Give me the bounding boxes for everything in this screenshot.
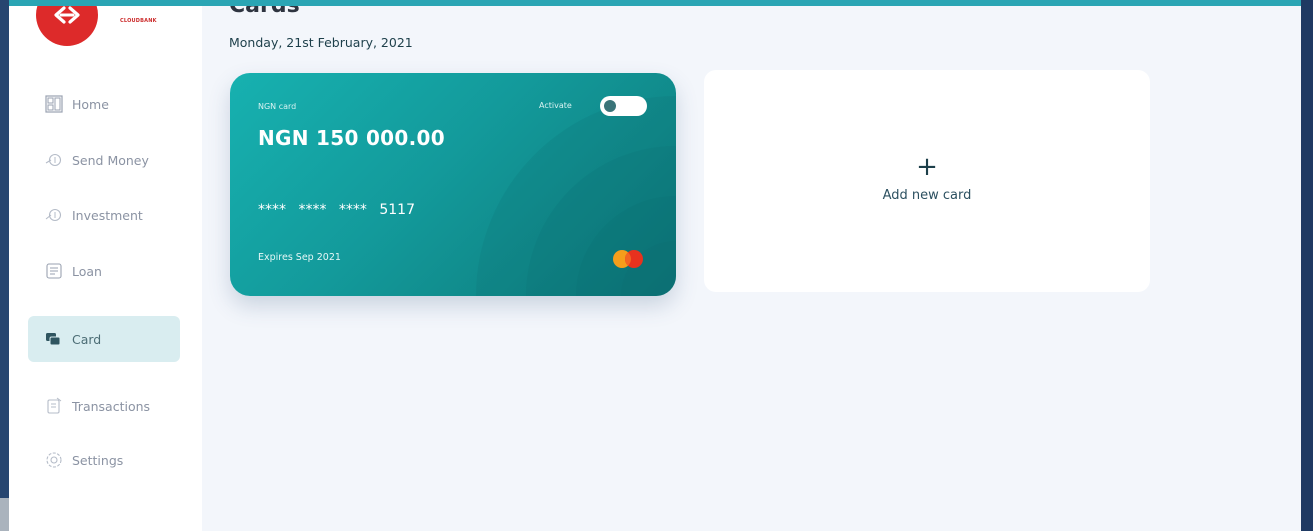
sidebar-item-transactions[interactable]: Transactions <box>28 383 180 429</box>
window-frame-right <box>1301 0 1313 531</box>
loan-icon <box>45 262 63 280</box>
sidebar-item-loan[interactable]: Loan <box>28 248 180 294</box>
activate-label: Activate <box>539 101 572 110</box>
app-window: CLOUDBANK Home Send Money Investment Loa… <box>9 6 1301 531</box>
card-number: **** **** **** 5117 <box>258 202 415 218</box>
toggle-knob <box>604 100 616 112</box>
sidebar: CLOUDBANK Home Send Money Investment Loa… <box>9 6 202 531</box>
sidebar-item-settings[interactable]: Settings <box>28 437 180 483</box>
card-balance: NGN 150 000.00 <box>258 126 445 150</box>
main-content: Cards Monday, 21st February, 2021 NGN ca… <box>202 6 1301 531</box>
window-frame-left <box>0 0 9 531</box>
settings-icon <box>45 451 63 469</box>
sidebar-item-label: Settings <box>72 452 124 468</box>
sidebar-item-home[interactable]: Home <box>28 81 180 127</box>
sidebar-item-label: Investment <box>72 207 143 223</box>
sidebar-item-send-money[interactable]: Send Money <box>28 137 180 183</box>
card-expiry: Expires Sep 2021 <box>258 252 341 263</box>
send-money-icon <box>45 151 63 169</box>
sidebar-item-label: Home <box>72 96 109 112</box>
sidebar-item-investment[interactable]: Investment <box>28 192 180 238</box>
card-icon <box>45 330 63 348</box>
activate-toggle[interactable] <box>600 96 647 116</box>
page-date: Monday, 21st February, 2021 <box>229 35 413 50</box>
brand-logo[interactable] <box>36 6 98 46</box>
sidebar-item-label: Loan <box>72 263 102 279</box>
investment-icon <box>45 206 63 224</box>
home-icon <box>45 95 63 113</box>
page-title: Cards <box>229 6 300 18</box>
mastercard-icon <box>613 250 643 268</box>
window-frame-left-bottom <box>0 498 9 531</box>
ngn-card[interactable]: NGN card Activate NGN 150 000.00 **** **… <box>230 73 676 296</box>
add-new-card-button[interactable]: + Add new card <box>704 70 1150 292</box>
card-type-label: NGN card <box>258 102 297 111</box>
sidebar-item-label: Send Money <box>72 152 149 168</box>
add-new-card-label: Add new card <box>882 188 972 203</box>
sidebar-item-card[interactable]: Card <box>28 316 180 362</box>
plus-icon: + <box>916 152 938 182</box>
logo-mark-icon <box>54 6 80 24</box>
transactions-icon <box>45 397 63 415</box>
sidebar-item-label: Transactions <box>72 398 151 414</box>
sidebar-item-label: Card <box>72 331 102 347</box>
brand-logo-text: CLOUDBANK <box>120 18 157 24</box>
